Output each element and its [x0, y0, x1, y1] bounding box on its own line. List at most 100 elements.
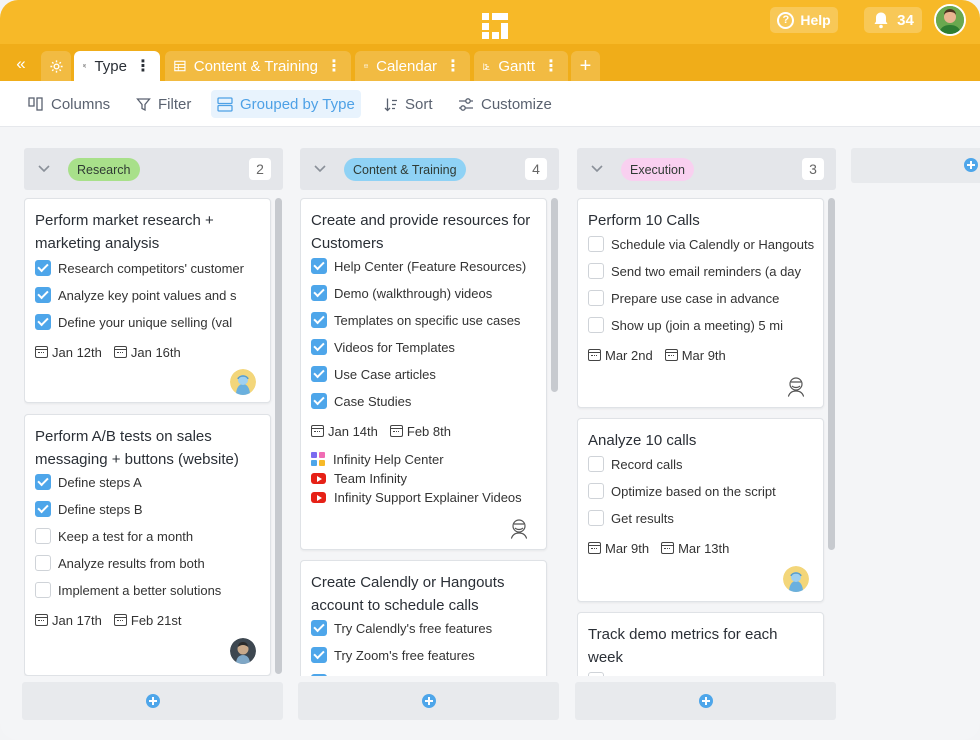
group-label-pill[interactable]: Research [68, 158, 140, 181]
checkbox[interactable] [311, 620, 327, 636]
start-date-text: Mar 9th [605, 540, 650, 556]
checklist-text: Optimize based on the script [611, 483, 776, 499]
checkbox[interactable] [35, 501, 51, 517]
start-date[interactable]: Mar 2nd [588, 348, 653, 363]
checkbox[interactable] [35, 260, 51, 276]
checkbox[interactable] [588, 672, 604, 676]
task-card[interactable]: Track demo metrics for each week [577, 612, 824, 676]
card-title: Perform market research + marketing anal… [35, 212, 214, 252]
start-date-text: Jan 14th [328, 423, 378, 439]
task-card[interactable]: Perform A/B tests on sales messaging + b… [24, 414, 271, 676]
app-window: ? Help 34 « Type ⋮ Content & Training ⋮ … [0, 0, 980, 740]
checkbox[interactable] [588, 456, 604, 472]
filter-button[interactable]: Filter [130, 90, 197, 118]
due-date[interactable]: Mar 9th [664, 348, 726, 363]
group-icon [217, 96, 233, 112]
group-label-pill[interactable]: Content & Training [344, 158, 466, 181]
due-date[interactable]: Feb 21st [113, 613, 181, 628]
grouped-by-button[interactable]: Grouped by Type [211, 90, 361, 118]
checkbox[interactable] [311, 285, 327, 301]
collapse-sidebar-button[interactable]: « [8, 52, 34, 76]
checkbox[interactable] [311, 674, 327, 676]
tab-type[interactable]: Type ⋮ [74, 51, 160, 81]
checkbox[interactable] [35, 474, 51, 490]
assignee-avatar[interactable] [783, 373, 809, 399]
tab-content-training[interactable]: Content & Training ⋮ [165, 51, 351, 81]
scrollbar-thumb[interactable] [275, 198, 282, 674]
add-view-button[interactable]: + [571, 51, 600, 81]
due-date[interactable]: Mar 13th [661, 541, 729, 556]
checkbox[interactable] [311, 366, 327, 382]
checkbox[interactable] [311, 393, 327, 409]
tab-label: Content & Training [193, 57, 318, 75]
checklist-item: Define steps A [35, 473, 265, 491]
task-card[interactable]: Create Calendly or Hangouts account to s… [300, 560, 547, 676]
card-title: Create and provide resources for Custome… [311, 212, 531, 252]
resource-link[interactable]: Infinity Support Explainer Videos [311, 488, 522, 506]
checkbox[interactable] [588, 510, 604, 526]
assignee-avatar[interactable] [783, 566, 809, 592]
add-card-button-content-training[interactable] [298, 682, 559, 720]
link-text: Infinity Support Explainer Videos [334, 489, 522, 505]
checkbox[interactable] [311, 258, 327, 274]
tab-menu-icon[interactable]: ⋮ [543, 56, 559, 76]
app-logo-icon[interactable] [479, 10, 511, 42]
task-card[interactable]: Perform 10 Calls Schedule via Calendly o… [577, 198, 824, 408]
checkbox[interactable] [588, 317, 604, 333]
tab-menu-icon[interactable]: ⋮ [326, 56, 342, 76]
checklist-item: Get results [588, 509, 818, 527]
checkbox[interactable] [35, 528, 51, 544]
task-card[interactable]: Analyze 10 calls Record calls Optimize b… [577, 418, 824, 602]
checkbox[interactable] [311, 312, 327, 328]
checkbox[interactable] [35, 555, 51, 571]
checkbox[interactable] [588, 263, 604, 279]
chevron-down-icon[interactable] [36, 160, 52, 176]
add-card-button-execution[interactable] [575, 682, 836, 720]
start-date[interactable]: Jan 12th [35, 345, 102, 360]
gantt-view-icon [483, 62, 490, 70]
tab-menu-icon[interactable]: ⋮ [445, 56, 461, 76]
tab-menu-icon[interactable]: ⋮ [135, 56, 151, 76]
chevron-down-icon[interactable] [589, 160, 605, 176]
notifications-button[interactable]: 34 [864, 7, 922, 33]
tab-gantt[interactable]: Gantt ⋮ [474, 51, 568, 81]
scrollbar-thumb[interactable] [551, 198, 558, 392]
add-card-button-research[interactable] [22, 682, 283, 720]
table-view-icon [174, 60, 186, 72]
assignee-avatar[interactable] [230, 369, 256, 395]
columns-button[interactable]: Columns [22, 90, 116, 118]
add-column-button[interactable] [851, 148, 980, 183]
sort-button[interactable]: Sort [377, 90, 439, 118]
task-card[interactable]: Perform market research + marketing anal… [24, 198, 271, 403]
start-date-text: Jan 17th [52, 612, 102, 628]
help-button[interactable]: ? Help [770, 7, 838, 33]
user-avatar[interactable] [934, 4, 966, 36]
resource-link[interactable]: Team Infinity [311, 469, 407, 487]
checkbox[interactable] [311, 339, 327, 355]
assignee-avatar[interactable] [506, 515, 532, 541]
start-date[interactable]: Jan 14th [311, 424, 378, 439]
start-date[interactable]: Mar 9th [588, 541, 649, 556]
scrollbar-thumb[interactable] [828, 198, 835, 550]
resource-link[interactable]: Infinity Help Center [311, 450, 444, 468]
checkbox[interactable] [35, 314, 51, 330]
checkbox[interactable] [35, 287, 51, 303]
tab-calendar[interactable]: Calendar ⋮ [355, 51, 470, 81]
checklist-text: Record calls [611, 456, 683, 472]
calendar-icon [35, 614, 48, 626]
customize-button[interactable]: Customize [452, 90, 558, 118]
group-label-pill[interactable]: Execution [621, 158, 694, 181]
chevron-down-icon[interactable] [312, 160, 328, 176]
double-chevron-left-icon: « [16, 54, 26, 73]
checkbox[interactable] [588, 236, 604, 252]
due-date[interactable]: Feb 8th [389, 424, 451, 439]
task-card[interactable]: Create and provide resources for Custome… [300, 198, 547, 550]
checkbox[interactable] [588, 290, 604, 306]
settings-tab-button[interactable] [41, 51, 71, 81]
checkbox[interactable] [588, 483, 604, 499]
start-date[interactable]: Jan 17th [35, 613, 102, 628]
assignee-avatar[interactable] [230, 638, 256, 664]
checkbox[interactable] [311, 647, 327, 663]
due-date[interactable]: Jan 16th [113, 345, 181, 360]
checkbox[interactable] [35, 582, 51, 598]
